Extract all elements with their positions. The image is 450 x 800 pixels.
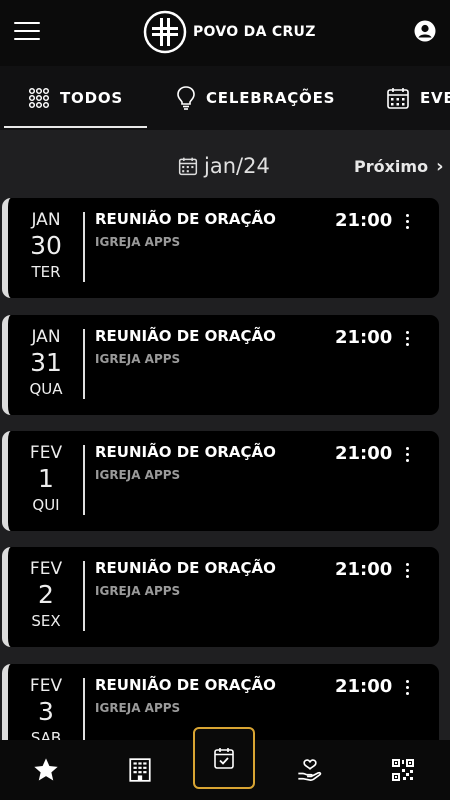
date-divider [83, 445, 85, 515]
event-weekday: QUI [32, 496, 60, 514]
event-card[interactable]: FEV 1 QUI REUNIÃO DE ORAÇÃO IGREJA APPS … [2, 431, 439, 531]
event-month: JAN [31, 327, 61, 347]
event-day: 31 [30, 348, 62, 377]
app-logo: POVO DA CRUZ [143, 10, 316, 54]
event-date: FEV 1 QUI [8, 443, 84, 515]
building-icon [129, 758, 151, 782]
heart-hand-icon [298, 759, 322, 781]
date-divider [83, 329, 85, 399]
event-time: 21:00 [335, 210, 393, 231]
event-list: JAN 30 TER REUNIÃO DE ORAÇÃO IGREJA APPS… [0, 198, 450, 742]
event-title: REUNIÃO DE ORAÇÃO [95, 676, 276, 694]
event-day: 2 [38, 580, 54, 609]
tab-label: CELEBRAÇÕES [206, 89, 336, 107]
event-day: 3 [38, 697, 54, 726]
event-title: REUNIÃO DE ORAÇÃO [95, 443, 276, 461]
event-time: 21:00 [335, 443, 393, 464]
current-month: jan/24 [178, 154, 270, 178]
event-church: IGREJA APPS [95, 235, 181, 249]
nav-agenda[interactable] [193, 727, 255, 789]
more-vertical-icon[interactable] [402, 214, 412, 234]
event-title: REUNIÃO DE ORAÇÃO [95, 559, 276, 577]
event-card[interactable]: JAN 30 TER REUNIÃO DE ORAÇÃO IGREJA APPS… [2, 198, 439, 298]
event-church: IGREJA APPS [95, 701, 181, 715]
calendar-check-icon [214, 748, 234, 769]
app-header: POVO DA CRUZ [0, 0, 450, 66]
event-date: JAN 30 TER [8, 210, 84, 282]
event-month: FEV [29, 676, 63, 696]
tab-eventos[interactable]: EVENTOS [386, 66, 450, 130]
event-date: JAN 31 QUA [8, 327, 84, 399]
next-month-button[interactable]: Próximo › [354, 156, 444, 177]
month-label: jan/24 [204, 154, 270, 178]
menu-icon[interactable] [14, 22, 40, 40]
category-tabs: TODOS CELEBRAÇÕES EVENTOS [0, 66, 450, 130]
event-church: IGREJA APPS [95, 468, 181, 482]
event-weekday: TER [31, 263, 61, 281]
lightbulb-icon [177, 86, 195, 110]
nav-favorites[interactable] [16, 740, 76, 800]
event-church: IGREJA APPS [95, 352, 181, 366]
more-vertical-icon[interactable] [402, 680, 412, 700]
event-church: IGREJA APPS [95, 584, 181, 598]
tab-label: TODOS [60, 89, 123, 107]
profile-icon[interactable] [414, 20, 436, 42]
event-month: JAN [31, 210, 61, 230]
grid-dots-icon [28, 87, 50, 109]
date-divider [83, 678, 85, 742]
event-weekday: SEX [31, 612, 61, 630]
nav-church[interactable] [110, 740, 170, 800]
chevron-right-icon: › [436, 156, 444, 177]
tab-celebracoes[interactable]: CELEBRAÇÕES [176, 66, 335, 130]
event-card[interactable]: JAN 31 QUA REUNIÃO DE ORAÇÃO IGREJA APPS… [2, 315, 439, 415]
app-name: POVO DA CRUZ [193, 24, 316, 40]
qr-code-icon [392, 759, 414, 781]
star-icon [34, 758, 58, 781]
more-vertical-icon[interactable] [402, 563, 412, 583]
month-navigation: jan/24 Próximo › [0, 140, 450, 194]
event-title: REUNIÃO DE ORAÇÃO [95, 210, 276, 228]
event-date: FEV 2 SEX [8, 559, 84, 631]
event-time: 21:00 [335, 327, 393, 348]
event-card[interactable]: FEV 2 SEX REUNIÃO DE ORAÇÃO IGREJA APPS … [2, 547, 439, 647]
event-time: 21:00 [335, 676, 393, 697]
tab-label: EVENTOS [420, 89, 450, 107]
event-time: 21:00 [335, 559, 393, 580]
event-month: FEV [29, 559, 63, 579]
nav-qr[interactable] [373, 740, 433, 800]
event-day: 30 [30, 231, 62, 260]
date-divider [83, 212, 85, 282]
more-vertical-icon[interactable] [402, 331, 412, 351]
next-label: Próximo [354, 157, 429, 176]
date-divider [83, 561, 85, 631]
calendar-small-icon [178, 157, 198, 176]
more-vertical-icon[interactable] [402, 447, 412, 467]
nav-donate[interactable] [280, 740, 340, 800]
cross-logo-icon [143, 10, 187, 54]
event-date: FEV 3 SAB [8, 676, 84, 742]
event-title: REUNIÃO DE ORAÇÃO [95, 327, 276, 345]
calendar-icon [387, 88, 409, 109]
event-weekday: QUA [29, 380, 63, 398]
tab-todos[interactable]: TODOS [4, 66, 147, 130]
event-month: FEV [29, 443, 63, 463]
event-day: 1 [38, 464, 54, 493]
